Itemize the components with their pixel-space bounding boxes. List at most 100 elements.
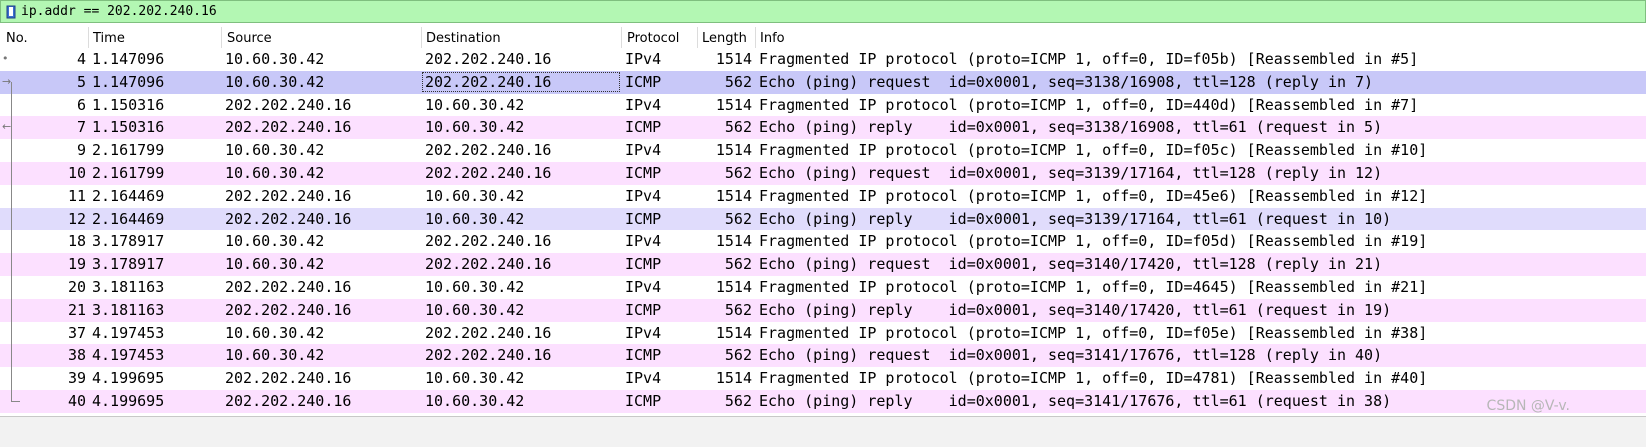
packet-row[interactable]: 12 2.164469 202.202.240.16 10.60.30.42 ICMP 5… [0,207,1646,231]
packet-list-header: No. Time Source Destination Protocol Len… [0,27,1646,49]
column-divider[interactable] [221,27,222,49]
packet-time: 2.161799 [92,163,165,182]
conversation-bracket-line [11,82,12,402]
packet-row[interactable]: 38 4.197453 10.60.30.42 202.202.240.16 ICMP 5… [0,344,1646,368]
packet-info: Echo (ping) reply id=0x0001, seq=3140/17… [759,300,1392,319]
watermark: CSDN @V-v. [1486,398,1570,414]
packet-info: Echo (ping) reply id=0x0001, seq=3138/16… [759,118,1383,137]
packet-no: 9 [76,141,86,160]
packet-protocol: ICMP [625,118,662,137]
packet-row[interactable]: 10 2.161799 10.60.30.42 202.202.240.16 ICMP 5… [0,161,1646,185]
packet-source: 202.202.240.16 [225,391,352,410]
packet-no: 7 [76,118,86,137]
packet-destination: 10.60.30.42 [425,186,525,205]
packet-no: 4 [76,50,86,68]
column-header-info[interactable]: Info [760,30,785,48]
bookmark-icon[interactable] [5,4,17,19]
packet-length: 562 [724,118,752,137]
packet-time: 3.178917 [92,232,165,251]
packet-source: 10.60.30.42 [225,255,325,274]
packet-info: Echo (ping) reply id=0x0001, seq=3139/17… [759,209,1392,228]
packet-info: Fragmented IP protocol (proto=ICMP 1, of… [759,323,1428,342]
column-divider[interactable] [88,27,89,49]
packet-source: 202.202.240.16 [225,300,352,319]
packet-length: 562 [724,300,752,319]
packet-protocol: ICMP [625,209,662,228]
packet-protocol: ICMP [625,163,662,182]
packet-row[interactable]: 21 3.181163 202.202.240.16 10.60.30.42 ICMP 5… [0,298,1646,322]
packet-destination: 10.60.30.42 [425,209,525,228]
packet-source: 202.202.240.16 [225,209,352,228]
packet-destination: 202.202.240.16 [425,323,552,342]
column-header-source[interactable]: Source [227,30,272,48]
packet-info: Echo (ping) request id=0x0001, seq=3140/… [759,255,1383,274]
packet-no: 11 [67,186,86,205]
packet-time: 3.178917 [92,255,165,274]
packet-no: 19 [67,255,86,274]
packet-row[interactable]: 5 1.147096 10.60.30.42 202.202.240.16 ICMP 56… [0,70,1646,94]
packet-no: 21 [67,300,86,319]
column-divider[interactable] [755,27,756,49]
packet-protocol: ICMP [625,346,662,365]
packet-source: 10.60.30.42 [225,323,325,342]
packet-no: 20 [67,277,86,296]
column-header-length[interactable]: Length [702,30,747,48]
packet-length: 1514 [715,232,752,251]
packet-row[interactable]: 19 3.178917 10.60.30.42 202.202.240.16 ICMP 5… [0,253,1646,276]
packet-length: 562 [724,163,752,182]
packet-source: 10.60.30.42 [225,163,325,182]
column-divider[interactable] [697,27,698,49]
packet-destination: 202.202.240.16 [425,346,552,365]
display-filter-input[interactable]: ip.addr == 202.202.240.16 [21,4,217,19]
packet-info: Fragmented IP protocol (proto=ICMP 1, of… [759,369,1428,388]
packet-info: Echo (ping) reply id=0x0001, seq=3141/17… [759,391,1392,410]
packet-destination: 202.202.240.16 [425,141,552,160]
packet-no: 39 [67,369,86,388]
packet-row[interactable]: 37 4.197453 10.60.30.42 202.202.240.16 IPv4 1… [0,321,1646,345]
packet-protocol: ICMP [625,255,662,274]
packet-time: 2.161799 [92,141,165,160]
display-filter-bar[interactable]: ip.addr == 202.202.240.16 [0,0,1646,23]
packet-row[interactable]: 4 1.147096 10.60.30.42 202.202.240.16 IPv4 15… [0,48,1646,71]
related-packet-dot-icon: • [2,52,9,65]
packet-no: 12 [67,209,86,228]
packet-protocol: ICMP [625,300,662,319]
packet-protocol: IPv4 [625,186,662,205]
column-header-protocol[interactable]: Protocol [627,30,679,48]
packet-length: 562 [724,346,752,365]
packet-length: 1514 [715,95,752,114]
packet-row[interactable]: 18 3.178917 10.60.30.42 202.202.240.16 IPv4 1… [0,230,1646,254]
packet-row[interactable]: 40 4.199695 202.202.240.16 10.60.30.42 ICMP 5… [0,389,1646,413]
packet-row[interactable]: 6 1.150316 202.202.240.16 10.60.30.42 IPv4 15… [0,93,1646,117]
packet-row[interactable]: 39 4.199695 202.202.240.16 10.60.30.42 IPv4 1… [0,367,1646,390]
packet-no: 18 [67,232,86,251]
packet-source: 10.60.30.42 [225,72,325,91]
packet-row[interactable]: 9 2.161799 10.60.30.42 202.202.240.16 IPv4 15… [0,139,1646,162]
packet-no: 37 [67,323,86,342]
packet-info: Fragmented IP protocol (proto=ICMP 1, of… [759,50,1419,68]
packet-length: 1514 [715,369,752,388]
column-header-time[interactable]: Time [93,30,125,48]
packet-no: 10 [67,163,86,182]
column-header-destination[interactable]: Destination [426,30,501,48]
packet-info: Fragmented IP protocol (proto=ICMP 1, of… [759,141,1428,160]
packet-info: Fragmented IP protocol (proto=ICMP 1, of… [759,277,1428,296]
packet-destination: 202.202.240.16 [425,255,552,274]
focused-cell-outline [422,71,620,92]
column-divider[interactable] [621,27,622,49]
packet-info: Fragmented IP protocol (proto=ICMP 1, of… [759,232,1428,251]
packet-protocol: IPv4 [625,141,662,160]
packet-info: Fragmented IP protocol (proto=ICMP 1, of… [759,95,1419,114]
packet-destination: 10.60.30.42 [425,277,525,296]
packet-row[interactable]: 20 3.181163 202.202.240.16 10.60.30.42 IPv4 1… [0,275,1646,299]
packet-row[interactable]: 7 1.150316 202.202.240.16 10.60.30.42 ICMP 56… [0,116,1646,140]
column-header-no[interactable]: No. [6,30,28,48]
packet-time: 4.199695 [92,391,165,410]
packet-protocol: IPv4 [625,369,662,388]
packet-source: 202.202.240.16 [225,369,352,388]
packet-length: 1514 [715,323,752,342]
packet-length: 1514 [715,186,752,205]
column-divider[interactable] [421,27,422,49]
packet-length: 562 [724,72,752,91]
packet-row[interactable]: 11 2.164469 202.202.240.16 10.60.30.42 IPv4 1… [0,184,1646,208]
